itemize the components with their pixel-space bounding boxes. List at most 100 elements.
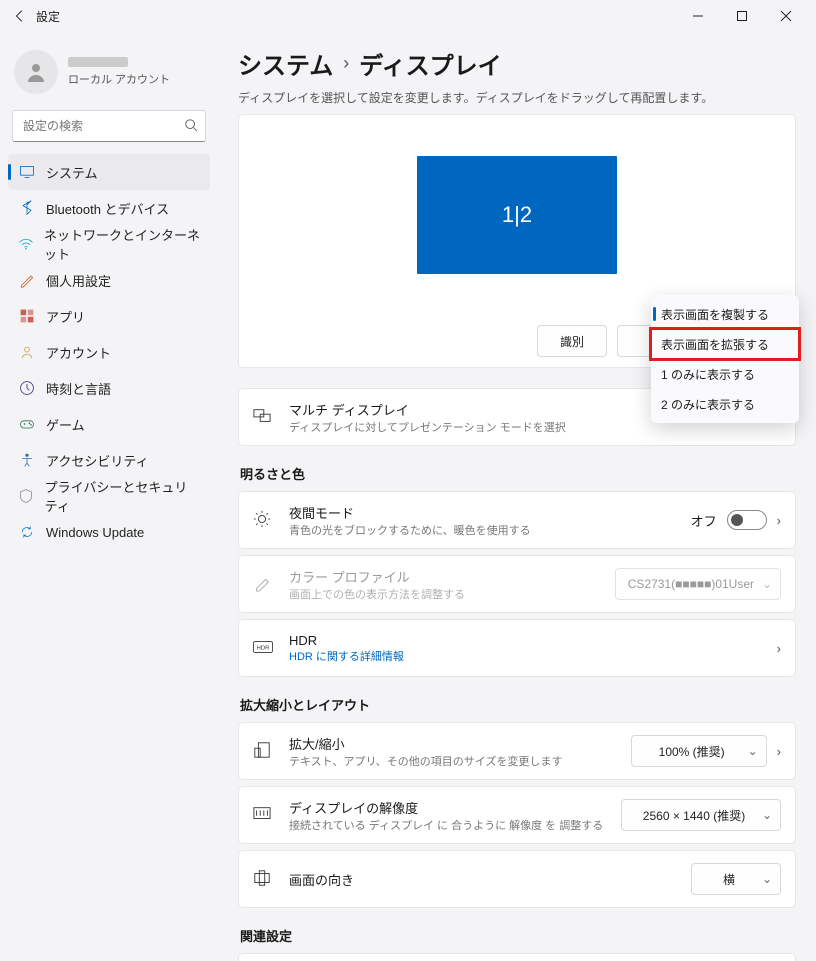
row-sub: テキスト、アプリ、その他の項目のサイズを変更します: [289, 753, 631, 769]
breadcrumb-page: ディスプレイ: [359, 46, 501, 81]
svg-text:HDR: HDR: [257, 645, 270, 651]
row-color-profile: カラー プロファイル 画面上での色の表示方法を調整する CS2731(■■■■■…: [239, 556, 795, 612]
scale-icon: [253, 741, 273, 762]
sidebar: ローカル アカウント システム Bluetooth とデバイスネットワークとインタ…: [0, 32, 218, 961]
avatar: [14, 50, 58, 94]
monitor-tile[interactable]: 1|2: [417, 156, 617, 274]
multi-menu-item-2[interactable]: 1 のみに表示する: [651, 359, 799, 389]
row-title: 画面の向き: [289, 870, 691, 889]
sidebar-item-label: 個人用設定: [46, 271, 111, 290]
personalization-icon: [18, 271, 36, 289]
row-sub: 青色の光をブロックするために、暖色を使用する: [289, 522, 691, 538]
scale-select[interactable]: 100% (推奨) ⌄: [631, 735, 767, 767]
row-orientation[interactable]: 画面の向き 横 ⌄: [239, 851, 795, 907]
sidebar-item-time[interactable]: 時刻と言語: [8, 370, 210, 406]
sidebar-item-label: ネットワークとインターネット: [44, 225, 200, 263]
sidebar-item-label: プライバシーとセキュリティ: [45, 477, 200, 515]
multi-menu-item-3[interactable]: 2 のみに表示する: [651, 389, 799, 419]
system-icon: [18, 163, 36, 181]
row-advanced-display[interactable]: ディスプレイの詳細設定 ディスプレイ情報、リフレッシュ レート ›: [239, 954, 795, 961]
multi-menu-item-1[interactable]: 表示画面を拡張する: [651, 329, 799, 359]
sidebar-item-label: システム: [46, 163, 98, 182]
time-icon: [18, 379, 36, 397]
sidebar-item-label: アカウント: [46, 343, 111, 362]
bluetooth-icon: [18, 199, 36, 217]
sidebar-item-network[interactable]: ネットワークとインターネット: [8, 226, 210, 262]
page-subtext: ディスプレイを選択して設定を変更します。ディスプレイをドラッグして再配置します。: [238, 89, 796, 106]
multi-menu-item-0[interactable]: 表示画面を複製する: [651, 299, 799, 329]
night-state: オフ: [691, 511, 717, 530]
sidebar-item-update[interactable]: Windows Update: [8, 514, 210, 550]
arrange-displays-card: 1|2 識別 表示画面を複製する表示画面を拡張する1 のみに表示する2 のみに表…: [238, 114, 796, 368]
sidebar-item-gaming[interactable]: ゲーム: [8, 406, 210, 442]
breadcrumb-root[interactable]: システム: [238, 46, 333, 81]
accounts-icon: [18, 343, 36, 361]
search-input[interactable]: [12, 110, 206, 142]
row-title: ディスプレイの解像度: [289, 798, 621, 817]
chevron-right-icon[interactable]: ›: [777, 744, 781, 759]
arrange-canvas[interactable]: 1|2: [239, 115, 795, 315]
section-scale: 拡大縮小とレイアウト: [240, 695, 796, 714]
sidebar-item-label: ゲーム: [46, 415, 85, 434]
sidebar-item-label: 時刻と言語: [46, 379, 111, 398]
chevron-right-icon[interactable]: ›: [777, 513, 781, 528]
minimize-button[interactable]: [676, 2, 720, 30]
titlebar: 設定: [0, 0, 816, 32]
row-night-light[interactable]: 夜間モード 青色の光をブロックするために、暖色を使用する オフ ›: [239, 492, 795, 548]
row-resolution[interactable]: ディスプレイの解像度 接続されている ディスプレイ に 合うように 解像度 を …: [239, 787, 795, 843]
sidebar-item-label: Bluetooth とデバイス: [46, 199, 169, 218]
update-icon: [18, 523, 36, 541]
multi-display-icon: [253, 407, 273, 428]
network-icon: [18, 235, 34, 253]
privacy-icon: [18, 487, 35, 505]
row-title: 拡大/縮小: [289, 734, 631, 753]
identify-button[interactable]: 識別: [537, 325, 607, 357]
row-sub: 画面上での色の表示方法を調整する: [289, 586, 615, 602]
search-icon: [184, 118, 198, 135]
window-title: 設定: [36, 8, 60, 25]
chevron-right-icon: ›: [343, 53, 349, 74]
sidebar-item-label: アプリ: [46, 307, 85, 326]
accessibility-icon: [18, 451, 36, 469]
maximize-button[interactable]: [720, 2, 764, 30]
hdr-icon: HDR: [253, 640, 273, 657]
sidebar-item-accessibility[interactable]: アクセシビリティ: [8, 442, 210, 478]
sidebar-item-bluetooth[interactable]: Bluetooth とデバイス: [8, 190, 210, 226]
sidebar-item-apps[interactable]: アプリ: [8, 298, 210, 334]
back-button[interactable]: [8, 4, 32, 28]
resolution-icon: [253, 805, 273, 826]
close-button[interactable]: [764, 2, 808, 30]
orientation-icon: [253, 869, 273, 890]
sidebar-item-accounts[interactable]: アカウント: [8, 334, 210, 370]
account-subtitle: ローカル アカウント: [68, 71, 170, 87]
search-box[interactable]: [12, 110, 206, 142]
section-brightness: 明るさと色: [240, 464, 796, 483]
row-hdr[interactable]: HDR HDR HDR に関する詳細情報 ›: [239, 620, 795, 676]
sidebar-item-system[interactable]: システム: [8, 154, 210, 190]
account-name-redacted: [68, 57, 128, 67]
account-block[interactable]: ローカル アカウント: [6, 40, 212, 110]
breadcrumb: システム › ディスプレイ: [238, 46, 796, 81]
section-related: 関連設定: [240, 926, 796, 945]
multi-display-menu: 表示画面を複製する表示画面を拡張する1 のみに表示する2 のみに表示する: [651, 295, 799, 423]
row-title: HDR: [289, 633, 777, 648]
hdr-link[interactable]: HDR に関する詳細情報: [289, 648, 777, 664]
resolution-select[interactable]: 2560 × 1440 (推奨) ⌄: [621, 799, 781, 831]
sidebar-item-label: Windows Update: [46, 525, 144, 540]
row-scale[interactable]: 拡大/縮小 テキスト、アプリ、その他の項目のサイズを変更します 100% (推奨…: [239, 723, 795, 779]
row-title: 夜間モード: [289, 503, 691, 522]
sidebar-item-personalization[interactable]: 個人用設定: [8, 262, 210, 298]
sidebar-item-label: アクセシビリティ: [46, 451, 149, 470]
night-toggle[interactable]: [727, 510, 767, 530]
chevron-right-icon[interactable]: ›: [777, 641, 781, 656]
orientation-select[interactable]: 横 ⌄: [691, 863, 781, 895]
row-sub: 接続されている ディスプレイ に 合うように 解像度 を 調整する: [289, 817, 621, 833]
sidebar-item-privacy[interactable]: プライバシーとセキュリティ: [8, 478, 210, 514]
main-content: システム › ディスプレイ ディスプレイを選択して設定を変更します。ディスプレイ…: [218, 32, 816, 961]
apps-icon: [18, 307, 36, 325]
chevron-down-icon: ⌄: [762, 808, 772, 822]
chevron-down-icon: ⌄: [762, 872, 772, 886]
chevron-down-icon: ⌄: [748, 744, 758, 758]
gaming-icon: [18, 415, 36, 433]
color-profile-icon: [253, 574, 273, 595]
